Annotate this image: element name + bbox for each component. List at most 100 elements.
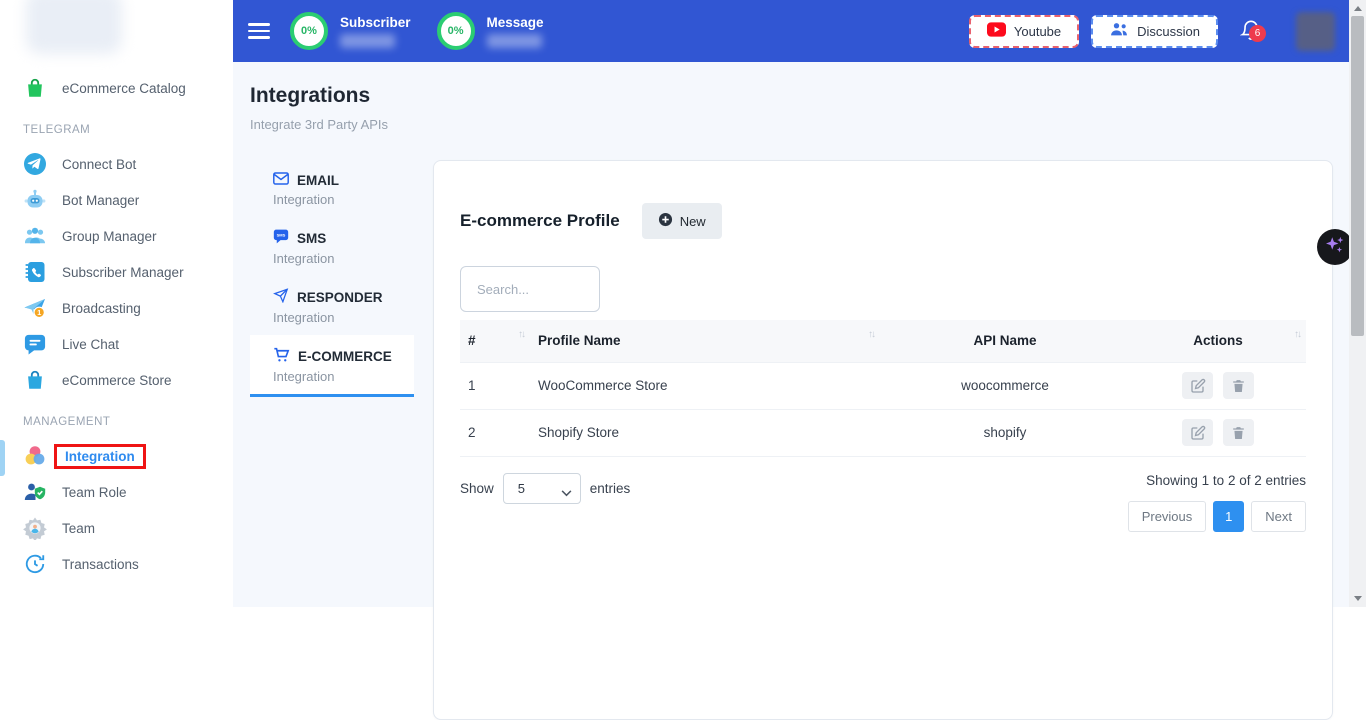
tab-subtitle: Integration — [273, 369, 414, 384]
sidebar-section-telegram: TELEGRAM — [0, 106, 233, 146]
sidebar-item-team[interactable]: Team — [0, 510, 233, 546]
column-header-api-name[interactable]: API Name — [880, 320, 1130, 362]
transactions-history-icon — [23, 552, 47, 576]
ecommerce-profile-card: E-commerce Profile New # ↑↓ Profile Name… — [433, 160, 1333, 720]
delete-button[interactable] — [1223, 372, 1254, 399]
scroll-down-arrow[interactable] — [1349, 591, 1366, 606]
table-row: 1 WooCommerce Store woocommerce — [460, 362, 1306, 409]
tab-email-integration[interactable]: EMAIL Integration — [250, 160, 414, 217]
row-num: 1 — [460, 362, 530, 409]
scroll-up-arrow[interactable] — [1349, 1, 1366, 16]
sidebar-item-connect-bot[interactable]: Connect Bot — [0, 146, 233, 182]
sidebar-item-group-manager[interactable]: Group Manager — [0, 218, 233, 254]
profiles-table: # ↑↓ Profile Name ↑↓ API Name Actions ↑↓ — [460, 320, 1306, 457]
edit-icon — [1190, 378, 1206, 394]
tab-subtitle: Integration — [273, 310, 414, 325]
user-avatar[interactable] — [1296, 12, 1335, 51]
column-header-actions[interactable]: Actions ↑↓ — [1130, 320, 1306, 362]
sidebar-item-ecommerce-store[interactable]: eCommerce Store — [0, 362, 233, 398]
previous-page-button[interactable]: Previous — [1128, 501, 1207, 532]
tab-title: EMAIL — [297, 173, 339, 188]
tab-responder-integration[interactable]: RESPONDER Integration — [250, 276, 414, 335]
sidebar-item-integration[interactable]: Integration — [0, 438, 233, 474]
sparkles-icon — [1324, 234, 1346, 261]
sidebar-item-label: Connect Bot — [62, 157, 136, 172]
page-length-select[interactable]: 5 — [503, 473, 581, 504]
sidebar-item-live-chat[interactable]: Live Chat — [0, 326, 233, 362]
edit-icon — [1190, 425, 1206, 441]
topbar: 0% Subscriber 0% Message Youtube Discuss… — [233, 0, 1349, 62]
people-group-icon — [23, 224, 47, 248]
table-row: 2 Shopify Store shopify — [460, 409, 1306, 456]
entries-label: entries — [590, 481, 631, 496]
message-stat: 0% Message — [437, 12, 544, 50]
new-profile-button[interactable]: New — [642, 203, 722, 239]
column-header-profile-name[interactable]: Profile Name ↑↓ — [530, 320, 880, 362]
column-header-num[interactable]: # ↑↓ — [460, 320, 530, 362]
sidebar-section-management: MANAGEMENT — [0, 398, 233, 438]
new-button-label: New — [680, 214, 706, 229]
sidebar-item-label: Live Chat — [62, 337, 119, 352]
role-shield-icon — [23, 480, 47, 504]
next-page-button[interactable]: Next — [1251, 501, 1306, 532]
row-num: 2 — [460, 409, 530, 456]
tab-ecommerce-integration[interactable]: E-COMMERCE Integration — [250, 335, 414, 397]
sidebar-item-bot-manager[interactable]: Bot Manager — [0, 182, 233, 218]
tab-title: E-COMMERCE — [298, 349, 392, 364]
discussion-button[interactable]: Discussion — [1091, 15, 1218, 48]
contact-book-icon — [23, 260, 47, 284]
sidebar-item-transactions[interactable]: Transactions — [0, 546, 233, 582]
telegram-icon — [23, 152, 47, 176]
sidebar: eCommerce Catalog TELEGRAM Connect Bot B… — [0, 0, 233, 607]
search-input[interactable] — [460, 266, 600, 312]
sidebar-item-label: Subscriber Manager — [62, 265, 184, 280]
subscriber-stat-value-redacted — [340, 34, 395, 48]
shopping-bag-blue-icon — [23, 368, 47, 392]
hamburger-menu-icon[interactable] — [248, 19, 270, 43]
tab-sms-integration[interactable]: SMS SMS Integration — [250, 217, 414, 276]
delete-button[interactable] — [1223, 419, 1254, 446]
sidebar-item-label: Team Role — [62, 485, 127, 500]
show-label: Show — [460, 481, 494, 496]
chat-bubble-icon — [23, 332, 47, 356]
team-gear-icon — [23, 516, 47, 540]
notification-count-badge: 6 — [1249, 25, 1266, 42]
main-content: Integrations Integrate 3rd Party APIs EM… — [233, 62, 1349, 607]
discussion-people-icon — [1109, 21, 1129, 41]
shopping-bag-green-icon — [23, 76, 47, 100]
sidebar-item-label: Transactions — [62, 557, 139, 572]
discussion-button-label: Discussion — [1137, 24, 1200, 39]
notifications-button[interactable]: 6 — [1240, 18, 1266, 44]
sms-bubble-icon: SMS — [273, 229, 289, 247]
row-profile-name: WooCommerce Store — [530, 362, 880, 409]
scrollbar-thumb[interactable] — [1351, 16, 1364, 336]
edit-button[interactable] — [1182, 372, 1213, 399]
youtube-button[interactable]: Youtube — [969, 15, 1079, 48]
message-progress-ring: 0% — [437, 12, 475, 50]
broadcast-badge: 1 — [37, 308, 41, 317]
sort-icon[interactable]: ↑↓ — [518, 329, 524, 340]
sidebar-item-label: Bot Manager — [62, 193, 139, 208]
plus-circle-icon — [658, 212, 673, 230]
sidebar-item-ecommerce-catalog[interactable]: eCommerce Catalog — [0, 70, 233, 106]
panel-title: E-commerce Profile — [460, 211, 620, 231]
sidebar-item-subscriber-manager[interactable]: Subscriber Manager — [0, 254, 233, 290]
sidebar-item-team-role[interactable]: Team Role — [0, 474, 233, 510]
email-icon — [273, 172, 289, 188]
vertical-scrollbar[interactable] — [1349, 0, 1366, 607]
sidebar-item-label: Group Manager — [62, 229, 157, 244]
sort-icon[interactable]: ↑↓ — [868, 329, 874, 340]
sort-icon[interactable]: ↑↓ — [1294, 329, 1300, 340]
page-number-button[interactable]: 1 — [1213, 501, 1244, 532]
trash-icon — [1231, 378, 1246, 394]
edit-button[interactable] — [1182, 419, 1213, 446]
page-subtitle: Integrate 3rd Party APIs — [250, 117, 388, 132]
row-profile-name: Shopify Store — [530, 409, 880, 456]
sidebar-item-broadcasting[interactable]: 1 Broadcasting — [0, 290, 233, 326]
assistant-button[interactable] — [1317, 229, 1353, 265]
tab-subtitle: Integration — [273, 251, 414, 266]
send-plane-icon — [273, 288, 289, 306]
subscriber-progress-ring: 0% — [290, 12, 328, 50]
tab-title: RESPONDER — [297, 290, 383, 305]
youtube-button-label: Youtube — [1014, 24, 1061, 39]
